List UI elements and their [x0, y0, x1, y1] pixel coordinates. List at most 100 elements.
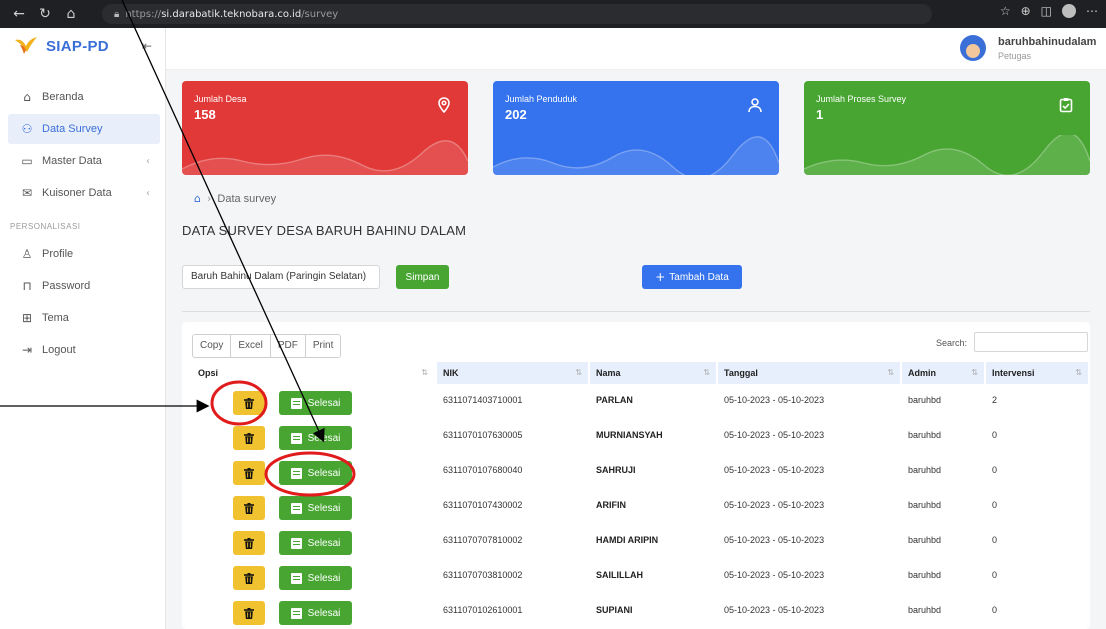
- address-bar[interactable]: 🔒︎ https://si.darabatik.teknobara.co.id /…: [102, 4, 932, 24]
- table-row: Selesai 6311070707810002 HAMDI ARIPIN 05-10…: [192, 527, 1088, 562]
- home-icon[interactable]: ⌂: [194, 192, 201, 205]
- user-icon: ♙: [21, 247, 33, 261]
- wave-decoration: [182, 140, 468, 175]
- sidebar-item-tema[interactable]: ⊞ Tema: [0, 303, 166, 333]
- favorite-star-icon[interactable]: ☆: [1000, 4, 1011, 18]
- selesai-label: Selesai: [307, 502, 341, 514]
- selesai-button[interactable]: Selesai: [279, 461, 352, 485]
- wave-decoration: [804, 135, 1090, 175]
- search-label: Search:: [936, 338, 968, 348]
- column-header-label: NIK: [443, 368, 459, 378]
- sidebar-item-beranda[interactable]: ⌂ Beranda: [0, 82, 166, 112]
- column-header-label: Admin: [908, 368, 936, 378]
- selesai-button[interactable]: Selesai: [279, 601, 352, 625]
- cell-nama: SUPIANI: [596, 605, 633, 615]
- stat-title: Jumlah Desa: [194, 94, 247, 104]
- sidebar-item-master-data[interactable]: ▭ Master Data ‹: [0, 146, 166, 176]
- table-row: Selesai 6311071403710001 PARLAN 05-10-2023 …: [192, 387, 1088, 422]
- delete-button[interactable]: [233, 461, 265, 485]
- sidebar-item-data-survey[interactable]: ⚇ Data Survey: [8, 114, 160, 144]
- cell-tanggal: 05-10-2023 - 05-10-2023: [724, 430, 825, 440]
- avatar[interactable]: [960, 35, 986, 61]
- sort-icon: ⇅: [703, 368, 710, 377]
- print-button[interactable]: Print: [305, 335, 341, 357]
- document-icon: [290, 537, 302, 549]
- column-header-intervensi[interactable]: Intervensi ⇅: [986, 362, 1088, 384]
- delete-button[interactable]: [233, 601, 265, 625]
- sidebar-item-label: Master Data: [42, 155, 102, 167]
- selesai-label: Selesai: [307, 572, 341, 584]
- sidebar-item-logout[interactable]: ⇥ Logout: [0, 335, 166, 365]
- selesai-label: Selesai: [307, 467, 341, 479]
- cell-tanggal: 05-10-2023 - 05-10-2023: [724, 605, 825, 615]
- sort-icon: ⇅: [575, 368, 582, 377]
- excel-button[interactable]: Excel: [231, 335, 271, 357]
- cell-intervensi: 0: [992, 465, 998, 475]
- delete-button[interactable]: [233, 566, 265, 590]
- stat-value: 1: [816, 107, 824, 122]
- sidebar-item-password[interactable]: ⊓ Password: [0, 271, 166, 301]
- cell-tanggal: 05-10-2023 - 05-10-2023: [724, 535, 825, 545]
- column-header-opsi[interactable]: Opsi ⇅: [192, 362, 434, 384]
- column-header-tanggal[interactable]: Tanggal ⇅: [718, 362, 900, 384]
- search-input[interactable]: [974, 332, 1088, 352]
- column-header-label: Tanggal: [724, 368, 758, 378]
- extensions-icon[interactable]: ⊕: [1021, 4, 1031, 18]
- avatar-face: [966, 44, 980, 58]
- selesai-label: Selesai: [307, 397, 341, 409]
- document-icon: [290, 467, 302, 479]
- chevron-left-icon: ‹: [146, 155, 150, 167]
- selesai-button[interactable]: Selesai: [279, 391, 352, 415]
- add-data-button[interactable]: + Tambah Data: [642, 265, 742, 289]
- top-header: baruhbahinudalam Petugas: [166, 28, 1106, 70]
- trash-icon: [244, 607, 254, 619]
- village-select[interactable]: Baruh Bahinu Dalam (Paringin Selatan): [182, 265, 380, 289]
- trash-icon: [244, 502, 254, 514]
- selesai-button[interactable]: Selesai: [279, 496, 352, 520]
- save-button[interactable]: Simpan: [396, 265, 449, 289]
- selesai-button[interactable]: Selesai: [279, 566, 352, 590]
- sidebar-item-profile[interactable]: ♙ Profile: [0, 239, 166, 269]
- grid-icon: ⊞: [21, 311, 33, 325]
- delete-button[interactable]: [233, 496, 265, 520]
- table-row: Selesai 6311070102610001 SUPIANI 05-10-2023…: [192, 597, 1088, 629]
- stat-value: 158: [194, 107, 216, 122]
- column-header-nama[interactable]: Nama ⇅: [590, 362, 716, 384]
- mail-icon: ✉: [21, 186, 33, 200]
- split-view-icon[interactable]: ◫: [1041, 4, 1052, 18]
- sidebar-item-kuisoner-data[interactable]: ✉ Kuisoner Data ‹: [0, 178, 166, 208]
- cell-nama: MURNIANSYAH: [596, 430, 663, 440]
- chevron-left-icon: ‹: [146, 187, 150, 199]
- document-icon: [290, 397, 302, 409]
- cell-nama: PARLAN: [596, 395, 633, 405]
- delete-button[interactable]: [233, 391, 265, 415]
- brand-name: SIAP-PD: [46, 37, 109, 55]
- stat-title: Jumlah Proses Survey: [816, 94, 907, 104]
- user-name[interactable]: baruhbahinudalam: [998, 36, 1096, 48]
- sidebar-item-label: Tema: [42, 312, 69, 324]
- document-icon: [290, 432, 302, 444]
- browser-profile-avatar[interactable]: [1062, 4, 1076, 18]
- back-arrow-icon[interactable]: ←: [8, 6, 30, 22]
- sidebar-collapse-icon[interactable]: ⇤: [142, 39, 152, 53]
- brand-logo-icon: [15, 37, 37, 54]
- selesai-button[interactable]: Selesai: [279, 531, 352, 555]
- pdf-button[interactable]: PDF: [270, 335, 306, 357]
- table-row: Selesai 6311070107630005 MURNIANSYAH 05-10-…: [192, 422, 1088, 457]
- delete-button[interactable]: [233, 531, 265, 555]
- stat-card-jumlah-penduduk: Jumlah Penduduk 202: [493, 81, 779, 175]
- column-header-nik[interactable]: NIK ⇅: [437, 362, 588, 384]
- users-icon: ⚇: [21, 122, 33, 136]
- delete-button[interactable]: [233, 426, 265, 450]
- cell-nik: 6311070102610001: [443, 605, 523, 615]
- copy-button[interactable]: Copy: [193, 335, 232, 357]
- column-header-admin[interactable]: Admin ⇅: [902, 362, 984, 384]
- lock-icon: 🔒︎: [114, 8, 120, 20]
- selesai-button[interactable]: Selesai: [279, 426, 352, 450]
- stat-value: 202: [505, 107, 527, 122]
- refresh-icon[interactable]: ↻: [34, 6, 56, 22]
- more-menu-icon[interactable]: ⋯: [1086, 4, 1098, 18]
- brand[interactable]: SIAP-PD: [14, 36, 109, 56]
- home-icon[interactable]: ⌂: [60, 6, 82, 22]
- cell-nik: 6311070707810002: [443, 535, 523, 545]
